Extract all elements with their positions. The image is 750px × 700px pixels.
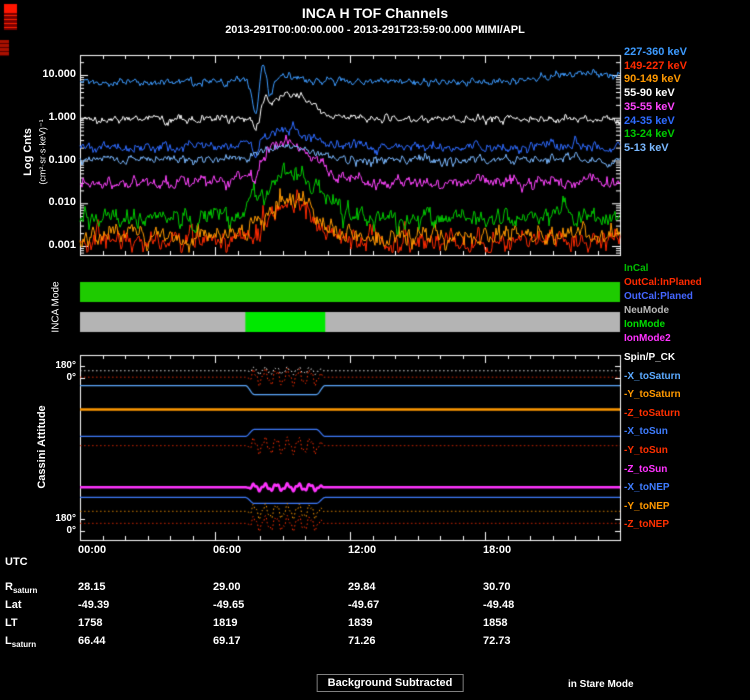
top-panel-ylabel: Log Cnts xyxy=(22,128,34,176)
top-y-tick-label: 0.010 xyxy=(48,196,76,209)
x-tick-label: 00:00 xyxy=(78,544,107,556)
ephemeris-value: 72.73 xyxy=(483,635,511,647)
ephemeris-value: 1758 xyxy=(78,617,103,629)
attitude-legend-item: -Y_toNEP xyxy=(624,500,670,512)
ephemeris-value: 30.70 xyxy=(483,581,511,593)
ephemeris-row-label-subscript: saturn xyxy=(11,640,37,649)
attitude-y-tick-label: 180° xyxy=(55,360,76,371)
attitude-legend-item: -Y_toSaturn xyxy=(624,389,681,401)
attitude-y-tick-label: 0° xyxy=(66,525,76,536)
attitude-legend-item: -X_toSaturn xyxy=(624,370,681,382)
energy-legend-item: 5-13 keV xyxy=(624,141,669,154)
ephemeris-row-label: LT xyxy=(5,617,18,629)
footer-stare-mode: in Stare Mode xyxy=(568,679,634,690)
ephemeris-value: -49.65 xyxy=(213,599,245,611)
x-tick-label: 12:00 xyxy=(348,544,377,556)
top-y-tick-label: 1.000 xyxy=(48,110,76,123)
top-y-tick-label: 0.001 xyxy=(48,239,76,251)
energy-legend-item: 227-360 keV xyxy=(624,46,687,58)
x-tick-label: 06:00 xyxy=(213,544,242,556)
energy-legend-item: 149-227 keV xyxy=(624,59,687,72)
ephemeris-value: -49.48 xyxy=(483,599,515,611)
inca-tof-plot-page: INCA H TOF Channels 2013-291T00:00:00.00… xyxy=(0,0,750,700)
x-tick-label: 18:00 xyxy=(483,544,512,556)
energy-legend-item: 55-90 keV xyxy=(624,87,675,100)
attitude-legend-item: -X_toNEP xyxy=(624,482,670,494)
ephemeris-row-label: Rsaturn xyxy=(5,581,38,595)
ephemeris-value: 1858 xyxy=(483,617,508,629)
attitude-panel-ylabel: Cassini Attitude xyxy=(36,405,48,489)
top-y-tick-label: 0.100 xyxy=(48,153,76,166)
attitude-legend-item: Spin/P_CK xyxy=(624,352,676,363)
attitude-legend-item: -X_toSun xyxy=(624,426,668,438)
footer-background-subtracted: Background Subtracted xyxy=(316,674,464,692)
ephemeris-value: 66.44 xyxy=(78,635,106,647)
ephemeris-row-label: Lsaturn xyxy=(5,635,37,649)
mode-legend-item: IonMode2 xyxy=(624,333,671,344)
mode-legend-item: OutCal:Planed xyxy=(624,291,693,302)
utc-label: UTC xyxy=(5,556,28,568)
top-panel-ylabel-units: (cm²·sr·s·keV)⁻¹ xyxy=(37,119,48,185)
page-subtitle: 2013-291T00:00:00.000 - 2013-291T23:59:0… xyxy=(225,24,525,36)
energy-legend-item: 13-24 keV xyxy=(624,128,675,141)
mode-legend-item: OutCal:InPlaned xyxy=(624,277,702,288)
attitude-legend-item: -Z_toSaturn xyxy=(624,407,681,419)
energy-legend-item: 90-149 keV xyxy=(624,73,681,86)
attitude-legend-item: -Z_toNEP xyxy=(624,519,669,531)
mode-legend-item: InCal xyxy=(624,263,649,274)
ephemeris-row-label-subscript: saturn xyxy=(12,586,38,595)
mode-panel-ylabel: INCA Mode xyxy=(50,281,62,333)
attitude-legend-item: -Z_toSun xyxy=(624,463,668,475)
ephemeris-value: 71.26 xyxy=(348,635,376,647)
ephemeris-value: -49.67 xyxy=(348,599,380,611)
attitude-legend-item: -Y_toSun xyxy=(624,445,668,456)
attitude-y-tick-label: 0° xyxy=(66,372,76,383)
mode-legend-item: IonMode xyxy=(624,319,666,330)
ephemeris-value: 29.00 xyxy=(213,581,241,593)
page-title: INCA H TOF Channels xyxy=(301,5,449,21)
ephemeris-value: 1839 xyxy=(348,617,373,629)
attitude-y-tick-label: 180° xyxy=(55,513,76,524)
ephemeris-value: 28.15 xyxy=(78,581,106,593)
ephemeris-value: 1819 xyxy=(213,617,238,629)
top-y-tick-label: 10.000 xyxy=(42,68,76,80)
ephemeris-value: -49.39 xyxy=(78,599,110,611)
ephemeris-value: 29.84 xyxy=(348,581,376,593)
ephemeris-row-label: Lat xyxy=(5,599,22,611)
mode-legend-item: NeuMode xyxy=(624,305,669,316)
ephemeris-value: 69.17 xyxy=(213,635,241,647)
energy-legend-item: 24-35 keV xyxy=(624,114,675,127)
energy-legend-item: 35-55 keV xyxy=(624,100,675,113)
